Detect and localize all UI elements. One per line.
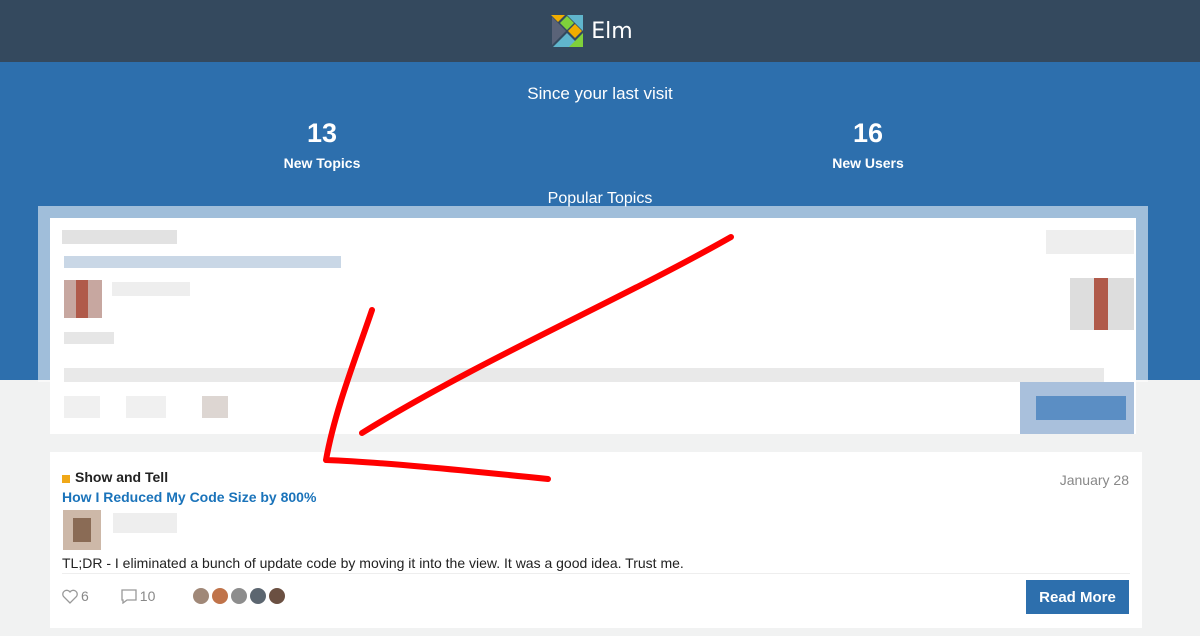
heart-icon [62,589,78,604]
comment-icon [121,588,137,604]
category-badge[interactable]: Show and Tell [62,469,168,485]
participant-avatar[interactable] [269,588,286,604]
elm-logo-icon [551,15,584,47]
new-topics-count: 13 [306,118,338,148]
new-topics-label: New Topics [283,155,361,171]
since-last-visit-heading: Since your last visit [527,84,673,103]
new-users-label: New Users [832,155,904,171]
new-users-count: 16 [852,118,884,148]
topic-meta: 6 10 [62,588,286,604]
card-divider [62,573,1130,574]
participant-avatar[interactable] [250,588,267,604]
participant-avatar[interactable] [193,588,210,604]
brand-logo[interactable]: Elm [551,15,633,47]
topic-excerpt: TL;DR - I eliminated a bunch of update c… [62,555,684,571]
top-bar: Elm [0,0,1200,62]
new-topics-stat[interactable]: 13 New Topics [212,117,432,171]
topic-date: January 28 [1059,472,1129,488]
participant-avatar[interactable] [231,588,248,604]
topic-card: Show and Tell January 28 How I Reduced M… [50,452,1142,628]
likes-count: 6 [81,588,89,604]
new-users-stat[interactable]: 16 New Users [758,117,978,171]
blurred-topic-card [50,218,1136,434]
brand-name: Elm [591,18,633,44]
topic-title-link[interactable]: How I Reduced My Code Size by 800% [62,489,316,505]
category-name: Show and Tell [75,469,169,485]
replies-count: 10 [139,588,156,604]
likes[interactable]: 6 [62,588,89,604]
read-more-button[interactable]: Read More [1026,580,1129,614]
participant-avatar[interactable] [212,588,229,604]
author-avatar[interactable] [63,510,183,550]
participant-avatars [193,588,286,604]
category-color-icon [62,475,70,483]
replies[interactable]: 10 [121,588,156,604]
